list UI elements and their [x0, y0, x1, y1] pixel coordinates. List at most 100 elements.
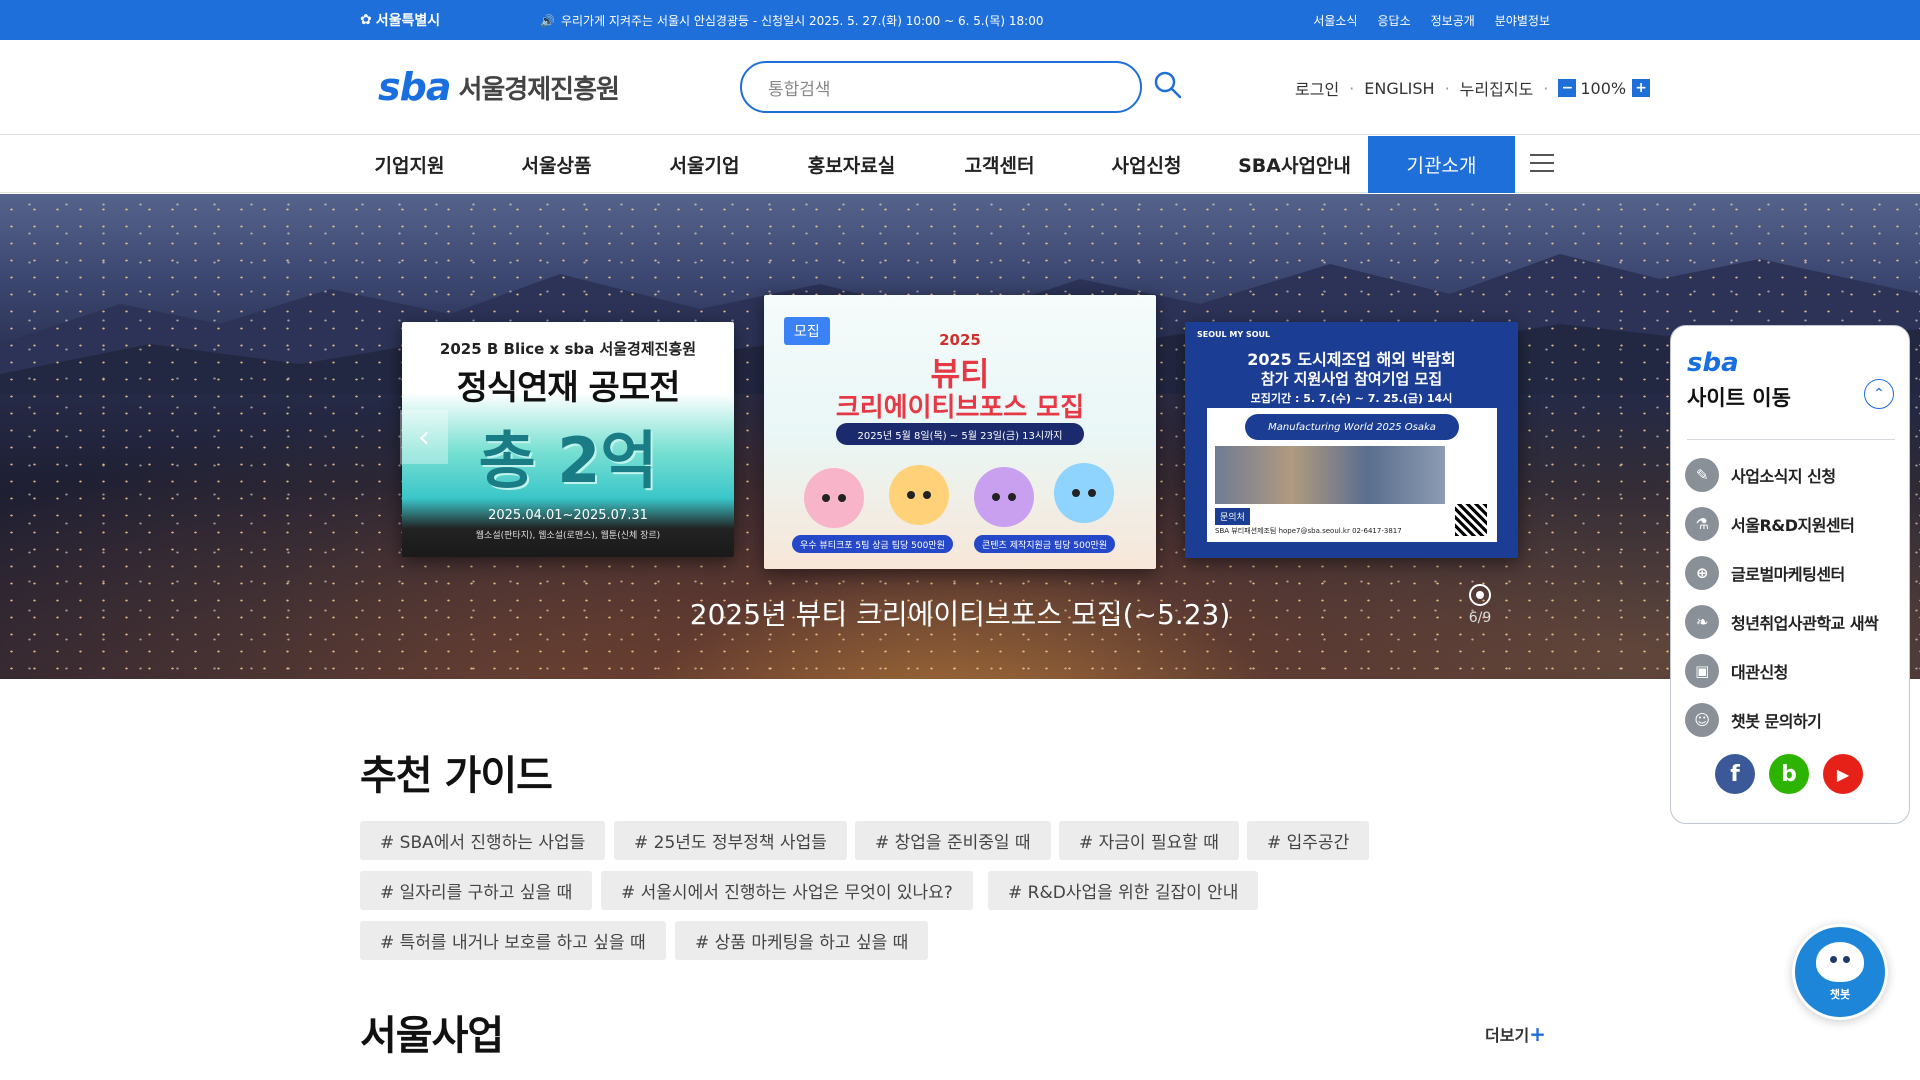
panel-link-rnd[interactable]: ⚗ 서울R&D지원센터 [1685, 507, 1855, 541]
panel-link-label: 사업소식지 신청 [1731, 467, 1836, 486]
blog-icon[interactable]: b [1769, 754, 1809, 794]
sba-logo-name: 서울경제진흥원 [458, 74, 619, 105]
panel-link-label: 대관신청 [1731, 663, 1788, 682]
main-nav: 기업지원 서울상품 서울기업 홍보자료실 고객센터 사업신청 SBA사업안내 기… [0, 136, 1920, 193]
guide-tag[interactable]: # 자금이 필요할 때 [1059, 821, 1239, 860]
hero-next-button[interactable]: › [1472, 410, 1504, 464]
nav-item-apply[interactable]: 사업신청 [1073, 136, 1220, 193]
panel-link-chatbot[interactable]: ☺ 챗봇 문의하기 [1685, 703, 1822, 737]
menu-icon[interactable] [1530, 154, 1554, 174]
top-link-news[interactable]: 서울소식 [1313, 12, 1357, 29]
hero-caption[interactable]: 2025년 뷰티 크리에이티브포스 모집(~5.23) [560, 593, 1360, 633]
nav-item-business-support[interactable]: 기업지원 [336, 136, 483, 193]
panel-link-global-marketing[interactable]: ⊕ 글로벌마케팅센터 [1685, 556, 1845, 590]
guide-tag[interactable]: # 25년도 정부정책 사업들 [614, 821, 847, 860]
guide-tag[interactable]: # R&D사업을 위한 길잡이 안내 [988, 871, 1259, 910]
youtube-icon[interactable]: ▶ [1823, 754, 1863, 794]
top-link-response[interactable]: 응답소 [1378, 12, 1411, 29]
panel-link-label: 청년취업사관학교 새싹 [1731, 614, 1879, 633]
english-link[interactable]: ENGLISH [1364, 79, 1434, 98]
panel-divider [1687, 439, 1895, 440]
nav-item-sba-guide[interactable]: SBA사업안내 [1221, 136, 1368, 193]
guide-tag[interactable]: # 서울시에서 진행하는 사업은 무엇이 있나요? [601, 871, 973, 910]
card3-event: Manufacturing World 2025 Osaka [1245, 414, 1459, 440]
plus-icon: + [1529, 1022, 1546, 1046]
speaker-icon: 🔊 [540, 13, 555, 28]
guide-tag[interactable]: # 일자리를 구하고 싶을 때 [360, 871, 593, 910]
top-links: 서울소식 응답소 정보공개 분야별정보 [1313, 12, 1550, 29]
card3-period: 모집기간 : 5. 7.(수) ~ 7. 25.(금) 14시 [1250, 392, 1453, 405]
chatbot-icon: ☺ [1685, 703, 1719, 737]
zoom-out-button[interactable]: − [1558, 79, 1577, 97]
hero-slider: 2025 B Blice x sba 서울경제진흥원 정식연재 공모전 총 2억… [0, 194, 1920, 679]
panel-sba-logo: sba [1687, 348, 1739, 378]
seoul-logo-text: 서울특별시 [375, 13, 441, 29]
search-icon[interactable] [1153, 70, 1183, 100]
building-icon: ▣ [1685, 654, 1719, 688]
panel-link-newsletter[interactable]: ✎ 사업소식지 신청 [1685, 458, 1836, 492]
slide-card-beauty[interactable]: 모집 2025 뷰티 크리에이티브포스 모집 2025년 5월 8일(목) ~ … [764, 295, 1156, 569]
sitemap-link[interactable]: 누리집지도 [1460, 76, 1534, 100]
search-placeholder: 통합검색 [768, 79, 831, 100]
nav-item-seoul-companies[interactable]: 서울기업 [631, 136, 778, 193]
panel-link-sesac[interactable]: ❧ 청년취업사관학교 새싹 [1685, 605, 1879, 639]
util-separator: · [1543, 78, 1549, 98]
panel-link-label: 챗봇 문의하기 [1731, 712, 1822, 731]
utility-links: 로그인 · ENGLISH · 누리집지도 · − 100% + [1295, 76, 1651, 100]
more-link[interactable]: 더보기+ [1485, 1022, 1546, 1046]
top-link-info[interactable]: 정보공개 [1431, 12, 1475, 29]
qr-code [1455, 504, 1487, 536]
card2-year: 2025 [939, 331, 981, 349]
sba-logo-mark: sba [378, 65, 451, 109]
card1-line1: 2025 B Blice x sba 서울경제진흥원 [439, 340, 697, 358]
search-input[interactable]: 통합검색 [740, 61, 1142, 113]
slide-card-webnovel[interactable]: 2025 B Blice x sba 서울경제진흥원 정식연재 공모전 총 2억… [402, 322, 734, 557]
card3-brand: SEOUL MY SOUL [1197, 330, 1271, 339]
hero-control: 6/9 [1462, 584, 1498, 632]
util-separator: · [1349, 78, 1355, 98]
chevron-left-icon: ‹ [418, 419, 430, 455]
nav-item-about[interactable]: 기관소개 [1368, 136, 1515, 193]
guide-tag[interactable]: # 특허를 내거나 보호를 하고 싶을 때 [360, 921, 666, 960]
pause-icon[interactable] [1469, 584, 1491, 606]
nav-item-pr-materials[interactable]: 홍보자료실 [778, 136, 925, 193]
card2-tag1: 우수 뷰티크포 5팀 상금 팀당 500만원 [792, 535, 953, 553]
seoul-logo[interactable]: ✿ 서울특별시 [360, 10, 440, 30]
zoom-in-button[interactable]: + [1632, 79, 1651, 97]
card1-line5: 웹소설(판타지), 웹소설(로맨스), 웹툰(신체 장르) [475, 531, 661, 541]
seoul-logo-icon: ✿ [360, 12, 372, 28]
globe-icon: ⊕ [1685, 556, 1719, 590]
chevron-up-icon[interactable]: ⌃ [1864, 379, 1894, 409]
panel-link-label: 서울R&D지원센터 [1731, 516, 1855, 535]
chevron-right-icon: › [1482, 419, 1494, 455]
expo-photo [1215, 446, 1445, 504]
guide-tag[interactable]: # 창업을 준비중일 때 [855, 821, 1051, 860]
panel-link-label: 글로벌마케팅센터 [1731, 565, 1845, 584]
chatbot-button[interactable]: 챗봇 [1792, 924, 1888, 1020]
panel-title: 사이트 이동 [1687, 386, 1791, 410]
top-link-field[interactable]: 분야별정보 [1495, 12, 1550, 29]
nav-item-customer-center[interactable]: 고객센터 [926, 136, 1073, 193]
hero-prev-button[interactable]: ‹ [400, 410, 448, 464]
top-notice-text: 우리가게 지켜주는 서울시 안심경광등 - 신청일시 2025. 5. 27.(… [560, 14, 1044, 28]
facebook-icon[interactable]: f [1715, 754, 1755, 794]
characters-illustration [804, 463, 1114, 528]
guide-tag[interactable]: # 입주공간 [1247, 821, 1370, 860]
sba-logo[interactable]: sba 서울경제진흥원 [378, 65, 620, 109]
card3-line2: 참가 지원사업 참여기업 모집 [1260, 370, 1443, 388]
top-notice[interactable]: 🔊 우리가게 지켜주는 서울시 안심경광등 - 신청일시 2025. 5. 27… [540, 12, 1043, 29]
panel-link-rental[interactable]: ▣ 대관신청 [1685, 654, 1788, 688]
card1-line2: 정식연재 공모전 [456, 368, 681, 408]
card3-contact-label: 문의처 [1215, 508, 1250, 525]
guide-tag[interactable]: # SBA에서 진행하는 사업들 [360, 821, 606, 860]
login-link[interactable]: 로그인 [1295, 76, 1339, 100]
chatbot-face-icon [1816, 942, 1864, 982]
flask-icon: ⚗ [1685, 507, 1719, 541]
slide-card-manufacturing[interactable]: SEOUL MY SOUL 2025 도시제조업 해외 박람회 참가 지원사업 … [1185, 322, 1518, 558]
card1-line3: 총 2억 [478, 424, 658, 497]
chatbot-label: 챗봇 [1829, 988, 1851, 1001]
card2-tag2: 콘텐츠 제작지원금 팀당 500만원 [974, 535, 1116, 553]
nav-item-seoul-products[interactable]: 서울상품 [483, 136, 630, 193]
guide-tag[interactable]: # 상품 마케팅을 하고 싶을 때 [675, 921, 929, 960]
guide-title: 추천 가이드 [360, 753, 553, 799]
